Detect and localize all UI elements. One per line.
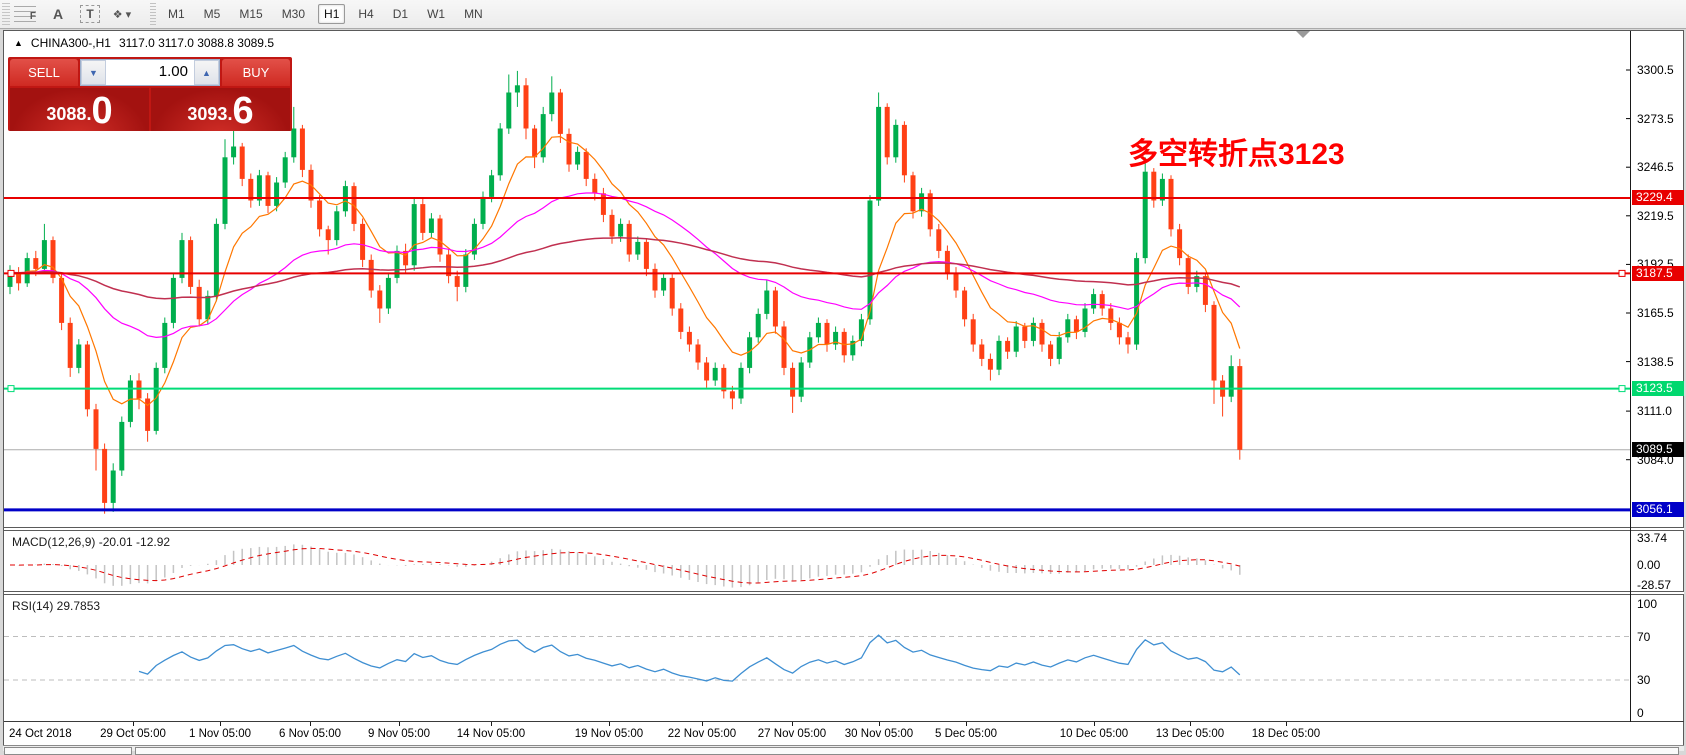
time-axis-label: 9 Nov 05:00 (368, 728, 430, 740)
price-marker-3187.5: 3187.5 (1632, 266, 1684, 281)
volume-spinner: ▼ 1.00 ▲ (80, 59, 220, 86)
time-axis-label: 1 Nov 05:00 (189, 728, 251, 740)
price-axis-label: 3246.5 (1637, 160, 1685, 174)
volume-increase-icon[interactable]: ▲ (194, 60, 219, 85)
price-axis-label: 3219.5 (1637, 209, 1685, 223)
timeframe-m5[interactable]: M5 (198, 4, 227, 24)
shapes-tool-icon[interactable]: ❖ ▾ (110, 3, 134, 25)
time-axis-tick (609, 722, 610, 726)
time-axis-tick (879, 722, 880, 726)
volume-input[interactable]: 1.00 (106, 60, 194, 85)
buy-button[interactable]: BUY (222, 59, 290, 86)
time-axis[interactable]: 24 Oct 2018 29 Oct 05:00 1 Nov 05:00 6 Nov … (4, 722, 1630, 745)
time-axis-label: 6 Nov 05:00 (279, 728, 341, 740)
indicator-axis-label: 100 (1637, 597, 1685, 611)
time-axis-tick (1094, 722, 1095, 726)
timeframe-d1[interactable]: D1 (387, 4, 414, 24)
price-marker-3089.5: 3089.5 (1632, 442, 1684, 457)
price-marker-3229.4: 3229.4 (1632, 190, 1684, 205)
indicator-axis-label: 0.00 (1637, 558, 1685, 572)
price-axis-label: 3165.5 (1637, 306, 1685, 320)
time-axis-label: 18 Dec 05:00 (1252, 728, 1320, 740)
timeframe-m30[interactable]: M30 (276, 4, 311, 24)
price-axis-line (1630, 31, 1631, 722)
buy-price-display[interactable]: 3093 . 6 (151, 88, 290, 131)
candlestick-series (8, 71, 1243, 514)
time-axis-label: 29 Oct 05:00 (100, 728, 166, 740)
time-axis-label: 22 Nov 05:00 (668, 728, 736, 740)
chart-symbol-label: CHINA300-,H1 (31, 36, 111, 50)
rsi-pane-canvas[interactable] (4, 595, 1630, 721)
indicator-axis-label: 33.74 (1637, 531, 1685, 545)
toolbar: FAT ❖ ▾ M1 M5 M15 M30 H1 H4 D1 W1 MN (0, 0, 1686, 29)
indicator-axis-label: -28.57 (1637, 578, 1685, 592)
chart-tab[interactable] (135, 747, 1679, 755)
rsi-indicator-label: RSI(14) 29.7853 (12, 599, 100, 613)
text-box-tool-icon[interactable]: T (80, 5, 100, 23)
time-axis-label: 19 Nov 05:00 (575, 728, 643, 740)
time-axis-label: 5 Dec 05:00 (935, 728, 997, 740)
sell-price-display[interactable]: 3088 . 0 (10, 88, 149, 131)
timeframe-mn[interactable]: MN (458, 4, 489, 24)
time-axis-tick (966, 722, 967, 726)
time-axis-tick (702, 722, 703, 726)
time-axis-label: 10 Dec 05:00 (1060, 728, 1128, 740)
ma-36-line (10, 193, 1240, 337)
timeframe-h4[interactable]: H4 (352, 4, 379, 24)
time-axis-tick (133, 722, 134, 726)
time-axis-tick (399, 722, 400, 726)
ma-9-line (10, 137, 1240, 406)
time-axis-label: 30 Nov 05:00 (845, 728, 913, 740)
timeframe-h1[interactable]: H1 (318, 4, 345, 24)
chart-ohlc-quotes: 3117.0 3117.0 3088.8 3089.5 (119, 36, 274, 50)
timeframe-m1[interactable]: M1 (162, 4, 191, 24)
rsi-line (139, 635, 1240, 681)
time-axis-label: 24 Oct 2018 (9, 728, 72, 740)
chart-tab-strip (3, 745, 1684, 751)
timeframe-m15[interactable]: M15 (233, 4, 268, 24)
time-axis-tick (792, 722, 793, 726)
chart-text-annotation[interactable]: 多空转折点3123 (1128, 129, 1345, 173)
timeframe-w1[interactable]: W1 (421, 4, 451, 24)
collapse-triangle-icon[interactable]: ▲ (14, 38, 23, 48)
one-click-trading-panel: SELL ▼ 1.00 ▲ BUY 3088 . 0 3093 . 6 (8, 57, 292, 131)
price-axis-label: 3138.5 (1637, 355, 1685, 369)
time-axis-tick (310, 722, 311, 726)
chart-title: ▲ CHINA300-,H1 3117.0 3117.0 3088.8 3089… (14, 36, 274, 50)
macd-pane-canvas[interactable] (4, 531, 1630, 591)
indicator-axis-label: 30 (1637, 673, 1685, 687)
fibonacci-tool-icon[interactable]: F (14, 6, 36, 22)
time-axis-tick (1286, 722, 1287, 726)
time-axis-label: 14 Nov 05:00 (457, 728, 525, 740)
ma-110-line (10, 238, 1240, 299)
mt4-application: FAT ❖ ▾ M1 M5 M15 M30 H1 H4 D1 W1 MN ▲ CHINA300-,… (0, 0, 1686, 751)
price-marker-3056.1: 3056.1 (1632, 502, 1684, 517)
text-label-tool-icon[interactable]: A (46, 3, 70, 25)
timeframe-buttons: M1 M5 M15 M30 H1 H4 D1 W1 MN (162, 4, 489, 24)
time-axis-label: 13 Dec 05:00 (1156, 728, 1224, 740)
macd-signal-line (10, 548, 1240, 583)
price-axis-label: 3273.5 (1637, 112, 1685, 126)
pane-divider[interactable] (4, 527, 1684, 531)
toolbar-grip[interactable] (2, 3, 10, 25)
time-axis-tick (491, 722, 492, 726)
macd-indicator-label: MACD(12,26,9) -20.01 -12.92 (12, 535, 170, 549)
indicator-axis-label: 0 (1637, 706, 1685, 720)
chart-tab[interactable] (4, 747, 132, 755)
price-axis-label: 3111.0 (1637, 404, 1685, 418)
time-axis-label: 27 Nov 05:00 (758, 728, 826, 740)
sell-button[interactable]: SELL (10, 59, 78, 86)
indicator-axis-label: 70 (1637, 630, 1685, 644)
volume-decrease-icon[interactable]: ▼ (81, 60, 106, 85)
time-axis-tick (1190, 722, 1191, 726)
time-axis-tick (220, 722, 221, 726)
drawing-tools-group: FAT ❖ ▾ (10, 3, 144, 25)
toolbar-separator (150, 3, 156, 25)
price-marker-3123.5: 3123.5 (1632, 381, 1684, 396)
pane-divider[interactable] (4, 591, 1684, 595)
price-axis-label: 3300.5 (1637, 63, 1685, 77)
